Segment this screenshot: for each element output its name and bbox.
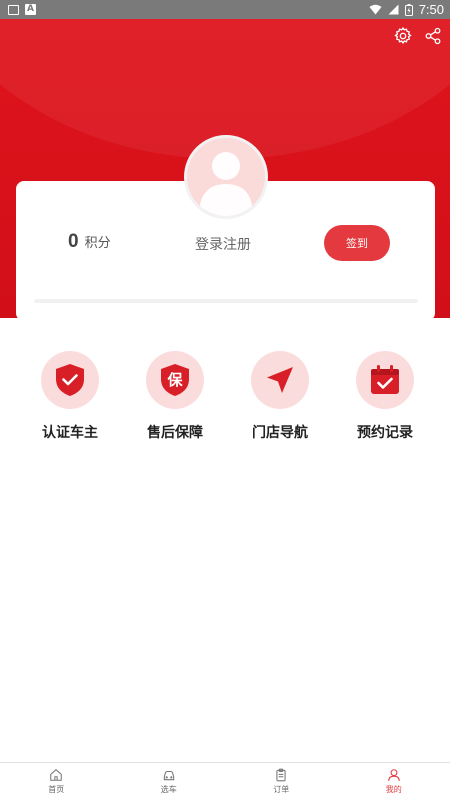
app-notification-icon: A xyxy=(25,4,36,15)
share-icon xyxy=(425,27,441,45)
feature-label: 门店导航 xyxy=(252,425,308,441)
share-button[interactable] xyxy=(422,25,444,47)
feature-appointments[interactable]: 预约记录 xyxy=(335,348,435,442)
clipboard-icon xyxy=(276,768,286,782)
default-avatar-icon xyxy=(199,152,253,216)
feature-verify-owner[interactable]: 认证车主 xyxy=(20,348,120,442)
status-time: 7:50 xyxy=(418,2,444,17)
points-value: 0 xyxy=(68,231,79,252)
nav-item-choose-car[interactable]: 选车 xyxy=(113,763,226,800)
gear-icon xyxy=(394,26,412,45)
points-display[interactable]: 0 积分 xyxy=(68,231,111,253)
settings-button[interactable] xyxy=(392,25,414,47)
feature-after-sales[interactable]: 保 售后保障 xyxy=(125,348,225,442)
feature-label: 售后保障 xyxy=(147,425,203,441)
card-divider xyxy=(34,299,418,303)
nav-label: 首页 xyxy=(48,785,65,794)
login-register-link[interactable]: 登录注册 xyxy=(195,234,251,254)
battery-icon xyxy=(404,3,413,16)
home-icon xyxy=(50,769,63,781)
svg-text:保: 保 xyxy=(166,371,183,389)
feature-store-navigation[interactable]: 门店导航 xyxy=(230,348,330,442)
wifi-icon xyxy=(369,4,382,15)
status-bar: A 7:50 xyxy=(0,0,450,19)
nav-item-home[interactable]: 首页 xyxy=(0,763,113,800)
car-icon xyxy=(163,770,174,781)
bottom-nav: 首页 选车 订单 我的 xyxy=(0,762,450,800)
avatar[interactable] xyxy=(184,135,268,219)
image-notification-icon xyxy=(8,4,19,15)
nav-label: 订单 xyxy=(273,785,290,794)
points-label: 积分 xyxy=(84,236,111,251)
nav-label: 我的 xyxy=(385,785,402,794)
calendar-check-icon xyxy=(371,365,399,394)
user-icon xyxy=(387,769,400,781)
warranty-shield-icon: 保 xyxy=(161,364,189,396)
nav-label: 选车 xyxy=(160,785,177,794)
nav-item-orders[interactable]: 订单 xyxy=(225,763,338,800)
feature-grid: 认证车主 保 售后保障 门店导航 预约记录 xyxy=(0,348,450,448)
shield-check-icon xyxy=(56,364,84,396)
feature-label: 预约记录 xyxy=(357,425,413,441)
nav-item-mine[interactable]: 我的 xyxy=(338,763,450,800)
sign-in-button[interactable]: 签到 xyxy=(324,225,390,261)
signal-icon xyxy=(388,4,399,15)
feature-label: 认证车主 xyxy=(42,425,98,441)
navigation-arrow-icon xyxy=(267,367,293,393)
